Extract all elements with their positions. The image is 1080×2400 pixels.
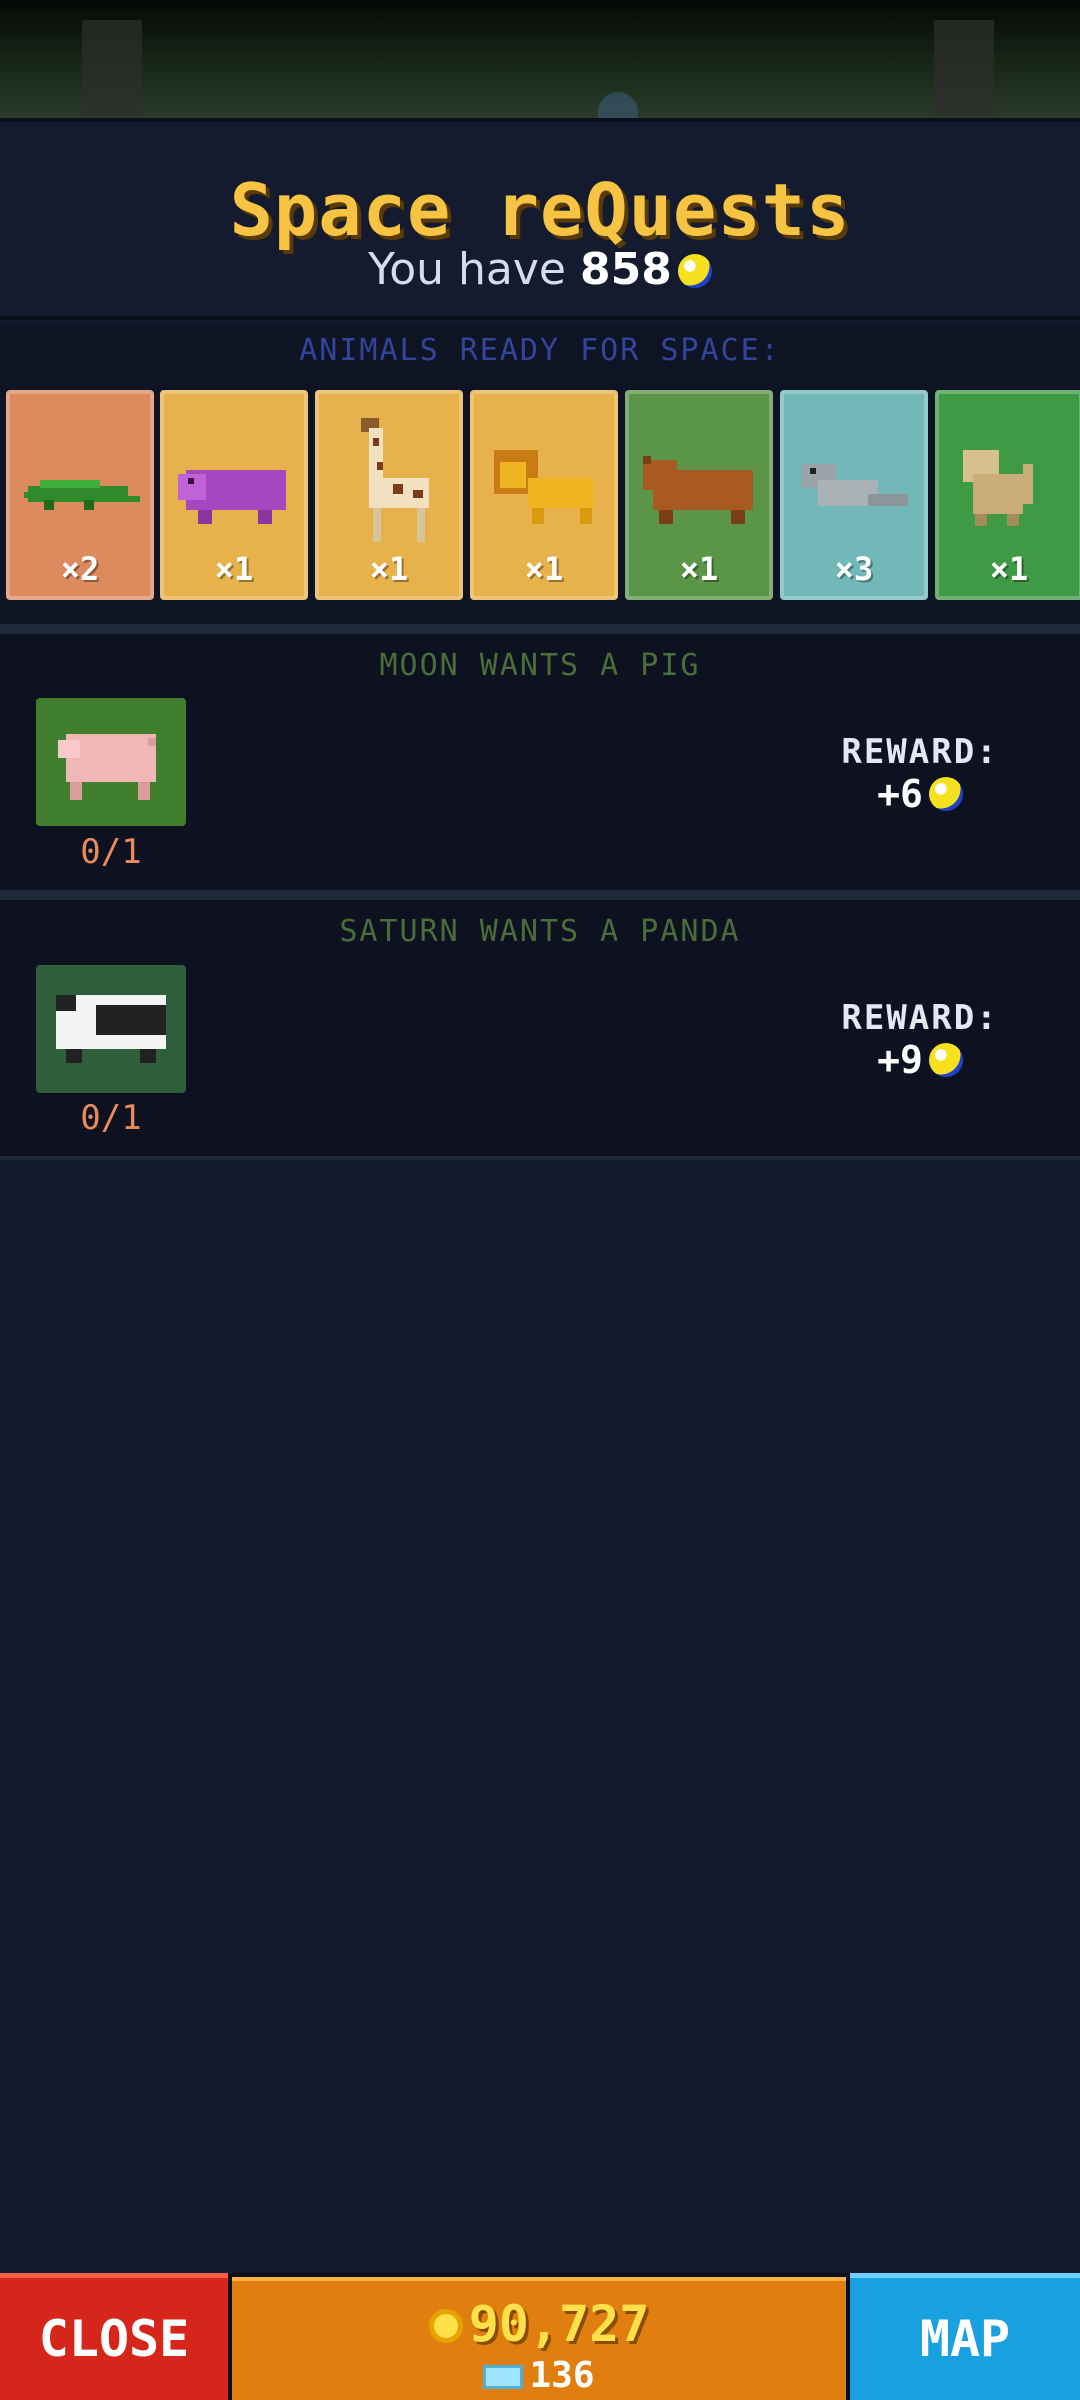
moon-currency-icon xyxy=(928,777,963,811)
section-divider xyxy=(0,1156,1080,1160)
giraffe-icon xyxy=(361,418,429,542)
monkey-icon xyxy=(963,450,1033,526)
bear-icon xyxy=(643,456,753,524)
page-title: Space reQuests xyxy=(229,168,851,252)
request-progress: 0/1 xyxy=(80,832,142,872)
pig-icon xyxy=(58,734,156,800)
map-button[interactable]: MAP xyxy=(850,2273,1080,2400)
animal-card-bear[interactable]: ×1 xyxy=(625,390,773,600)
animal-card-hippo[interactable]: ×1 xyxy=(160,390,308,600)
hippo-icon xyxy=(178,470,286,524)
reward-label: REWARD: xyxy=(841,998,999,1038)
planet-silhouette xyxy=(598,92,638,118)
balance-value: 858 xyxy=(579,244,672,295)
request-heading: MOON WANTS A PIG xyxy=(379,648,701,683)
balance-prefix: You have xyxy=(368,244,566,295)
reward-value: +9 xyxy=(820,1038,1020,1082)
coin-amount: 90,727 xyxy=(468,2295,650,2353)
background-scene xyxy=(0,0,1080,118)
animal-count: ×1 xyxy=(524,550,564,588)
animal-card-seal[interactable]: ×3 xyxy=(780,390,928,600)
close-button[interactable]: CLOSE xyxy=(0,2273,228,2400)
animals-ready-heading: ANIMALS READY FOR SPACE: xyxy=(299,333,781,368)
animal-count: ×1 xyxy=(679,550,719,588)
gem-icon xyxy=(483,2365,524,2389)
animal-card-monkey[interactable]: ×1 xyxy=(935,390,1080,600)
tree-silhouette xyxy=(934,20,994,116)
moon-balance: You have 858 xyxy=(0,244,1080,295)
animal-count: ×1 xyxy=(214,550,254,588)
gem-amount: 136 xyxy=(529,2355,595,2396)
animal-card-giraffe[interactable]: ×1 xyxy=(315,390,463,600)
coin-balance: 90,727 xyxy=(232,2295,846,2353)
animal-count: ×3 xyxy=(834,550,874,588)
gem-balance: 136 xyxy=(232,2355,846,2396)
tree-silhouette xyxy=(82,20,142,116)
coin-icon xyxy=(428,2309,463,2343)
request-animal-tile-panda[interactable] xyxy=(36,965,186,1093)
request-heading: SATURN WANTS A PANDA xyxy=(339,914,741,949)
reward-label: REWARD: xyxy=(841,732,999,772)
animal-card-lion[interactable]: ×1 xyxy=(470,390,618,600)
reward-amount: +9 xyxy=(877,1038,923,1082)
animal-card-crocodile[interactable]: ×2 xyxy=(6,390,154,600)
animal-count: ×1 xyxy=(369,550,409,588)
request-animal-tile-pig[interactable] xyxy=(36,698,186,826)
lion-icon xyxy=(494,450,594,524)
reward-value: +6 xyxy=(820,772,1020,816)
panda-icon xyxy=(56,995,166,1063)
currency-panel: 90,727 136 xyxy=(232,2277,846,2400)
reward-amount: +6 xyxy=(877,772,923,816)
animal-count: ×2 xyxy=(60,550,100,588)
moon-currency-icon xyxy=(677,254,712,288)
section-divider xyxy=(0,890,1080,900)
crocodile-icon xyxy=(24,480,140,510)
moon-currency-icon xyxy=(928,1043,963,1077)
animal-count: ×1 xyxy=(989,550,1029,588)
request-progress: 0/1 xyxy=(80,1098,142,1138)
seal-icon xyxy=(802,464,908,506)
section-divider xyxy=(0,624,1080,634)
